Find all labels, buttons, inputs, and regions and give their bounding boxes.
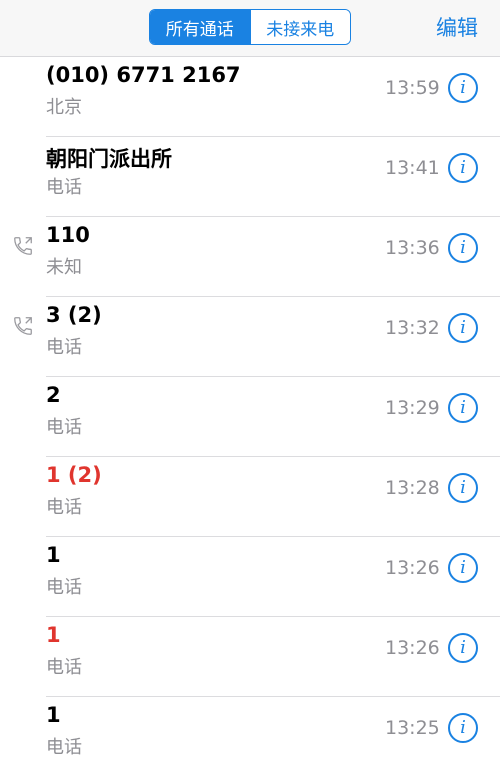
call-subtitle: 电话	[46, 657, 82, 678]
info-icon[interactable]: i	[448, 393, 478, 423]
outgoing-call-icon	[14, 237, 32, 255]
call-row[interactable]: 110 未知 13:36 i	[14, 217, 500, 297]
info-icon[interactable]: i	[448, 313, 478, 343]
call-time: 13:36	[385, 237, 440, 259]
call-time: 13:32	[385, 317, 440, 339]
call-subtitle: 电话	[46, 577, 82, 598]
caller-name: 110	[46, 223, 90, 247]
call-time: 13:59	[385, 77, 440, 99]
call-subtitle: 电话	[46, 737, 82, 758]
call-time: 13:25	[385, 717, 440, 739]
call-subtitle: 电话	[46, 417, 82, 438]
call-row[interactable]: 1 (2) 电话 13:28 i	[46, 457, 500, 537]
call-subtitle: 北京	[46, 97, 82, 118]
call-subtitle: 电话	[46, 337, 82, 358]
call-subtitle: 电话	[46, 497, 82, 518]
edit-button[interactable]: 编辑	[436, 12, 478, 42]
call-time: 13:26	[385, 637, 440, 659]
call-subtitle: 未知	[46, 257, 82, 278]
caller-name: 朝阳门派出所	[46, 147, 172, 171]
caller-name: 1 (2)	[46, 463, 102, 487]
info-icon[interactable]: i	[448, 713, 478, 743]
outgoing-call-icon	[14, 317, 32, 335]
call-time: 13:41	[385, 157, 440, 179]
call-row[interactable]: 2 电话 13:29 i	[46, 377, 500, 457]
call-time: 13:29	[385, 397, 440, 419]
call-time: 13:28	[385, 477, 440, 499]
info-icon[interactable]: i	[448, 473, 478, 503]
info-icon[interactable]: i	[448, 633, 478, 663]
call-row[interactable]: 1 电话 13:26 i	[46, 537, 500, 617]
caller-name: 1	[46, 703, 61, 727]
call-row[interactable]: 3 (2) 电话 13:32 i	[14, 297, 500, 377]
tab-missed-calls[interactable]: 未接来电	[249, 10, 350, 44]
caller-name: 1	[46, 543, 61, 567]
call-row[interactable]: (010) 6771 2167 北京 13:59 i	[46, 57, 500, 137]
caller-name: 1	[46, 623, 61, 647]
call-subtitle: 电话	[46, 177, 82, 198]
info-icon[interactable]: i	[448, 233, 478, 263]
call-row[interactable]: 1 电话 13:25 i	[46, 697, 500, 775]
info-icon[interactable]: i	[448, 153, 478, 183]
call-row[interactable]: 1 电话 13:26 i	[46, 617, 500, 697]
tab-all-calls[interactable]: 所有通话	[150, 10, 250, 44]
recent-calls-list: (010) 6771 2167 北京 13:59 i 朝阳门派出所 电话 13:41 i 110…	[0, 57, 500, 775]
caller-name: 2	[46, 383, 61, 407]
nav-bar: 所有通话 未接来电 编辑	[0, 0, 500, 57]
info-icon[interactable]: i	[448, 73, 478, 103]
call-time: 13:26	[385, 557, 440, 579]
call-row[interactable]: 朝阳门派出所 电话 13:41 i	[46, 137, 500, 217]
caller-name: 3 (2)	[46, 303, 102, 327]
info-icon[interactable]: i	[448, 553, 478, 583]
caller-name: (010) 6771 2167	[46, 63, 241, 87]
call-filter-segmented-control: 所有通话 未接来电	[149, 9, 351, 45]
